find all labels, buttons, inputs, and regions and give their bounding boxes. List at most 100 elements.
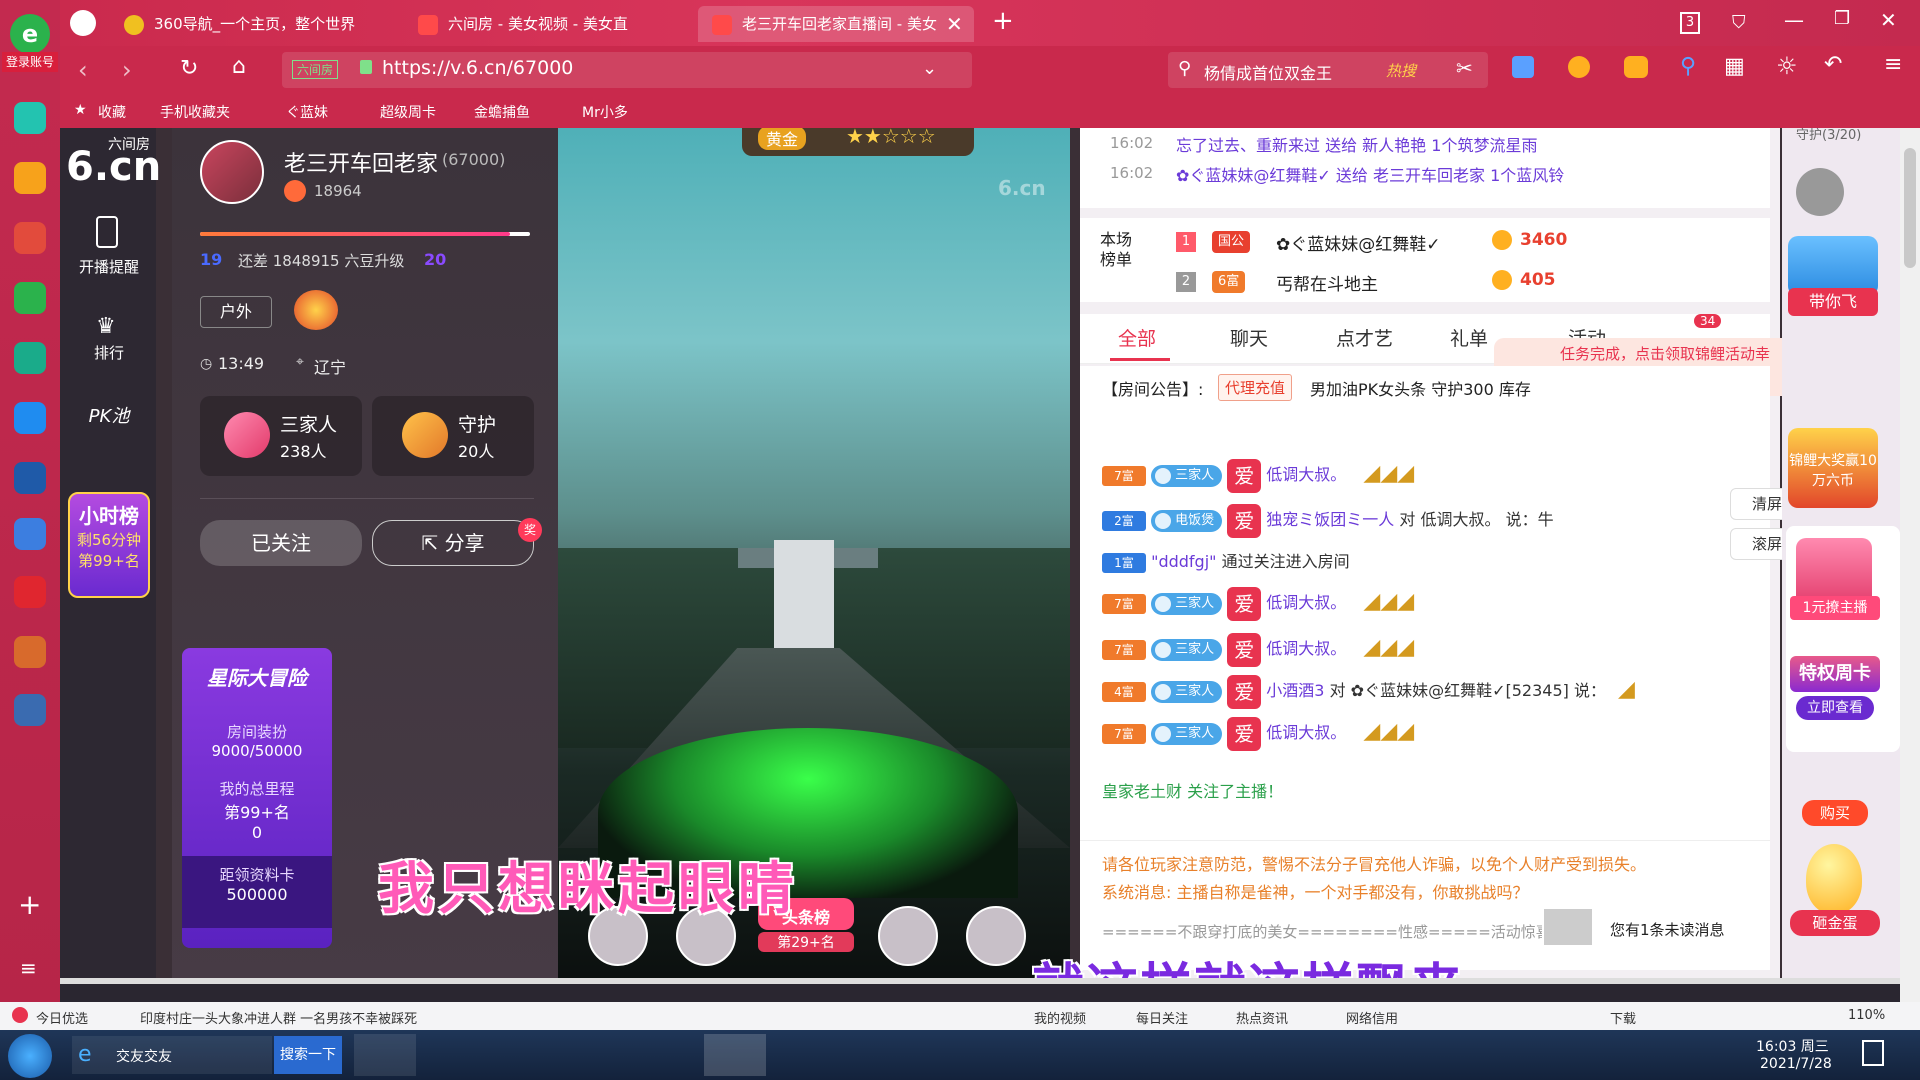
share-button[interactable]: ⇱ 分享 xyxy=(372,520,534,566)
site-logo[interactable]: 6.cn xyxy=(66,144,161,190)
buy-button[interactable]: 购买 xyxy=(1802,800,1868,826)
announcement-tag[interactable]: 代理充值 xyxy=(1218,374,1293,401)
rank-2-name[interactable]: 丐帮在斗地主 xyxy=(1276,270,1378,295)
close-window-icon[interactable]: ✕ xyxy=(1880,8,1897,32)
new-tab-icon[interactable]: + xyxy=(992,6,1014,36)
brightness-icon[interactable]: ☼ xyxy=(1776,52,1798,80)
followed-button[interactable]: 已关注 xyxy=(200,520,362,566)
tab-360[interactable]: 360导航_一个主页，整个世界 xyxy=(110,6,400,42)
fav-weekcard[interactable]: 超级周卡 xyxy=(380,102,436,122)
status-daily-follow[interactable]: 每日关注 xyxy=(1136,1008,1188,1027)
game-controller-icon[interactable] xyxy=(1624,56,1648,78)
cloud-icon[interactable] xyxy=(14,342,46,374)
guard-avatar[interactable] xyxy=(1796,168,1844,216)
chat-username[interactable]: 独宠ミ饭团ミ一人 xyxy=(1266,510,1394,529)
undo-icon[interactable]: ↶ xyxy=(1824,52,1842,77)
tab-6cn[interactable]: 六间房 - 美女视频 - 美女直 xyxy=(404,6,694,42)
viewer-avatar[interactable] xyxy=(966,906,1026,966)
fav-lanmei[interactable]: ぐ蓝妹 xyxy=(286,102,328,122)
menu-list-icon[interactable]: ≡ xyxy=(20,956,37,980)
tab-active-room[interactable]: 老三开车回老家直播间 - 美女 xyxy=(698,6,974,42)
nav-pk[interactable]: PK池 xyxy=(70,402,148,428)
translate-icon[interactable] xyxy=(1512,56,1534,78)
chat-username[interactable]: "dddfgj" xyxy=(1151,552,1216,571)
chat-username[interactable]: 低调大叔。 xyxy=(1266,639,1346,658)
tab-talent[interactable]: 点才艺 xyxy=(1336,324,1393,351)
login-button[interactable]: 登录账号 xyxy=(2,52,58,72)
tab-gifts[interactable]: 礼单 xyxy=(1450,324,1488,351)
fav-mobile[interactable]: 手机收藏夹 xyxy=(160,102,230,122)
scissors-icon[interactable]: ✂ xyxy=(1456,56,1473,80)
chat-username[interactable]: 小酒酒3 xyxy=(1266,681,1324,700)
family-card[interactable]: 三家人 238人 xyxy=(200,396,362,476)
rank-1-name[interactable]: ✿ぐ蓝妹妹@红舞鞋✓ xyxy=(1276,230,1441,255)
game-app-icon[interactable] xyxy=(14,462,46,494)
send-icon[interactable] xyxy=(70,10,96,36)
nav-rank[interactable]: 排行 xyxy=(70,342,148,363)
grid-icon[interactable]: ▦ xyxy=(1724,54,1745,79)
weibo-icon[interactable] xyxy=(14,222,46,254)
star-app-icon[interactable] xyxy=(14,162,46,194)
doc-icon[interactable] xyxy=(14,518,46,550)
koi-banner[interactable]: 锦鲤大奖赢10万六币 xyxy=(1788,428,1878,508)
horizontal-scrollbar[interactable] xyxy=(60,978,1900,984)
fly-banner[interactable] xyxy=(1788,236,1878,296)
back-icon[interactable]: ‹ xyxy=(78,56,88,84)
tab-chat[interactable]: 聊天 xyxy=(1230,324,1268,351)
maximize-icon[interactable]: ❐ xyxy=(1834,8,1850,29)
leaderboard-title[interactable]: 本场榜单 xyxy=(1100,230,1140,270)
search-go-button[interactable]: 搜索一下 xyxy=(274,1036,342,1074)
tab-count[interactable]: 3 xyxy=(1680,12,1700,34)
status-hot-news[interactable]: 热点资讯 xyxy=(1236,1008,1288,1027)
status-credit[interactable]: 网络信用 xyxy=(1346,1008,1398,1027)
fly-label[interactable]: 带你飞 xyxy=(1788,288,1878,316)
taskbar-folder[interactable] xyxy=(494,1034,556,1076)
search-box[interactable]: ⚲ 杨倩成首位双金王 热搜 xyxy=(1168,52,1488,88)
clock-date[interactable]: 2021/7/28 xyxy=(1760,1056,1832,1072)
today-picks[interactable]: 今日优选 xyxy=(36,1008,88,1027)
tease-anchor-label[interactable]: 1元撩主播 xyxy=(1790,596,1880,620)
view-now-button[interactable]: 立即查看 xyxy=(1796,696,1874,720)
notification-icon[interactable] xyxy=(1862,1040,1884,1066)
url-field[interactable]: 六间房 https://v.6.cn/67000 ⌄ xyxy=(282,52,972,88)
magnifier-icon[interactable]: ⚲ xyxy=(1680,54,1696,79)
minimize-icon[interactable]: — xyxy=(1784,8,1804,32)
taskbar-ie[interactable] xyxy=(424,1034,486,1076)
anchor-avatar[interactable] xyxy=(200,140,264,204)
clock-time[interactable]: 16:03 周三 xyxy=(1756,1036,1829,1056)
taskbar-player[interactable] xyxy=(634,1034,696,1076)
category-tag[interactable]: 户外 xyxy=(200,296,272,328)
home-icon[interactable]: ⌂ xyxy=(232,54,246,79)
plus-app-icon[interactable] xyxy=(14,102,46,134)
privilege-weekcard[interactable]: 特权周卡 xyxy=(1790,656,1880,692)
game3-icon[interactable] xyxy=(14,694,46,726)
dropdown-icon[interactable]: ⌄ xyxy=(922,58,937,79)
hour-rank-card[interactable]: 小时榜 剩56分钟 第99+名 xyxy=(68,492,150,598)
close-tab-icon[interactable]: ✕ xyxy=(946,12,963,36)
fav-collect[interactable]: 收藏 xyxy=(98,102,126,122)
tab-all[interactable]: 全部 xyxy=(1118,324,1156,351)
guard-card[interactable]: 守护 20人 xyxy=(372,396,534,476)
nav-live-reminder[interactable]: 开播提醒 xyxy=(70,256,148,277)
vertical-scrollbar[interactable] xyxy=(1900,128,1920,1002)
status-download[interactable]: 下载 xyxy=(1610,1008,1636,1027)
add-app-icon[interactable]: + xyxy=(18,888,41,921)
taskbar-browser-active[interactable] xyxy=(704,1034,766,1076)
xiaohongshu-icon[interactable] xyxy=(14,576,46,608)
game2-icon[interactable] xyxy=(14,636,46,668)
p-app-icon[interactable] xyxy=(14,402,46,434)
forward-icon[interactable]: › xyxy=(122,56,132,84)
fav-mrxiaoduo[interactable]: Mr小多 xyxy=(582,102,628,122)
start-button[interactable] xyxy=(8,1034,52,1078)
coin-icon[interactable] xyxy=(1568,56,1590,78)
ie-search-box[interactable]: e 交友交友 xyxy=(72,1036,272,1074)
viewer-avatar[interactable] xyxy=(878,906,938,966)
status-my-video[interactable]: 我的视频 xyxy=(1034,1008,1086,1027)
news-ticker[interactable]: 印度村庄一头大象冲进人群 一名男孩不幸被踩死 xyxy=(140,1008,417,1027)
chat-username[interactable]: 低调大叔。 xyxy=(1266,723,1346,742)
reload-icon[interactable]: ↻ xyxy=(180,56,198,81)
360-logo-icon[interactable]: e xyxy=(10,14,50,54)
smash-egg-button[interactable]: 砸金蛋 xyxy=(1790,910,1880,936)
menu-icon[interactable]: ≡ xyxy=(1884,52,1902,77)
fav-fishing[interactable]: 金蟾捕鱼 xyxy=(474,102,530,122)
